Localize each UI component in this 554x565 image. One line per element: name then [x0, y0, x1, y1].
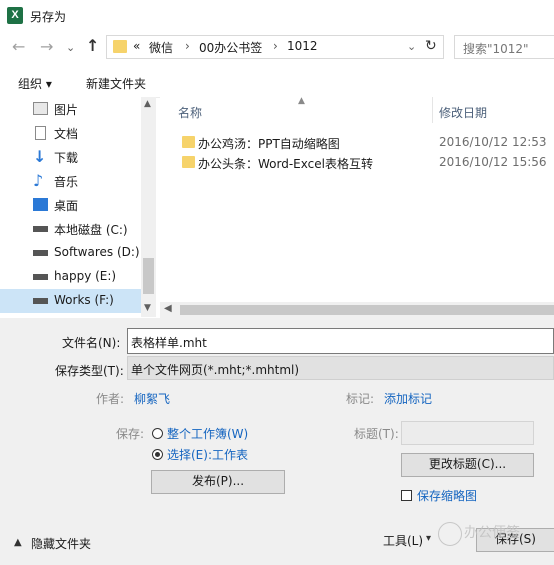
address-dropdown-icon[interactable]: ⌄ [407, 40, 416, 53]
music-icon: ♪ [33, 171, 44, 190]
address-bar[interactable]: « 微信 › 00办公书签 › 1012 ⌄ ↻ [106, 35, 444, 59]
drive-icon [33, 298, 48, 304]
pictures-icon [33, 102, 48, 115]
address-segment-bookmarks[interactable]: 00办公书签 [199, 39, 262, 56]
change-title-button[interactable]: 更改标题(C)... [401, 453, 534, 477]
column-header-modified[interactable]: 修改日期 [439, 104, 487, 121]
title-bar: X 另存为 [0, 0, 554, 32]
tree-item-pictures[interactable]: 图片 [0, 97, 141, 121]
publish-label: 发布(P)... [191, 474, 245, 488]
tree-item-label: 下载 [54, 151, 79, 165]
tree-item-documents[interactable]: 文档 [0, 121, 141, 145]
title-field[interactable] [401, 421, 534, 445]
tree-scroll-thumb[interactable] [143, 258, 154, 294]
tree-item-label: 音乐 [54, 175, 79, 189]
filename-field[interactable]: 表格样单.mht [127, 328, 554, 354]
folder-icon [113, 40, 127, 53]
tree-item-label: 本地磁盘 (C:) [54, 223, 128, 237]
search-placeholder: 搜索"1012" [463, 42, 529, 56]
drive-icon [33, 226, 48, 232]
address-segment-1012[interactable]: 1012 [287, 39, 318, 53]
tree-item-label: 桌面 [54, 199, 79, 213]
recent-dropdown-icon[interactable]: ⌄ [66, 38, 75, 58]
tree-item-label: Works (F:) [54, 293, 114, 307]
folder-icon [182, 156, 195, 168]
back-arrow-icon[interactable]: ← [12, 37, 25, 57]
file-modified: 2016/10/12 12:53 [439, 135, 547, 149]
tree-item-label: 图片 [54, 103, 79, 117]
tools-dropdown-icon[interactable]: ▾ [426, 533, 431, 544]
organize-menu[interactable]: 组织 ▾ [18, 75, 52, 92]
tree-item-downloads[interactable]: ↓ 下载 [0, 145, 141, 169]
drive-icon [33, 274, 48, 280]
horizontal-scroll-thumb[interactable] [180, 305, 554, 315]
radio-selection-label[interactable]: 选择(E):工作表 [167, 446, 248, 463]
watermark-logo-icon [438, 522, 462, 546]
tree-item-drive-c[interactable]: 本地磁盘 (C:) [0, 217, 141, 241]
list-item[interactable]: 办公鸡汤：PPT自动缩略图 2016/10/12 12:53 [176, 132, 554, 152]
hide-folders-toggle[interactable]: 隐藏文件夹 [31, 535, 91, 552]
radio-selection[interactable] [152, 449, 163, 460]
tree-item-label: 文档 [54, 127, 79, 141]
filetype-select[interactable]: 单个文件网页(*.mht;*.mhtml) [127, 356, 554, 380]
file-name: 办公鸡汤：PPT自动缩略图 [198, 137, 340, 151]
column-header-name[interactable]: 名称 [178, 104, 202, 121]
filetype-value: 单个文件网页(*.mht;*.mhtml) [131, 363, 300, 377]
documents-icon [35, 126, 46, 140]
publish-button[interactable]: 发布(P)... [151, 470, 285, 494]
tree-item-drive-e[interactable]: happy (E:) [0, 265, 141, 289]
radio-entire-workbook[interactable] [152, 428, 163, 439]
tree-item-desktop[interactable]: 桌面 [0, 193, 141, 217]
tree-item-drive-f[interactable]: Works (F:) [0, 289, 141, 313]
save-thumbnail-label[interactable]: 保存缩略图 [417, 487, 477, 504]
navigation-tree: 图片 文档 ↓ 下载 ♪ 音乐 桌面 本地磁盘 (C:) Softwares (… [0, 97, 141, 317]
window-title: 另存为 [30, 10, 67, 24]
watermark-text: 办公便签 [464, 525, 520, 541]
tools-menu[interactable]: 工具(L) [383, 532, 423, 549]
file-name: 办公头条：Word-Excel表格互转 [198, 157, 373, 171]
column-divider[interactable] [432, 97, 433, 123]
radio-entire-workbook-label[interactable]: 整个工作簿(W) [167, 425, 248, 442]
up-arrow-icon[interactable]: ↑ [86, 36, 99, 56]
scroll-down-icon[interactable]: ▼ [144, 303, 151, 313]
new-folder-button[interactable]: 新建文件夹 [86, 75, 146, 92]
refresh-icon[interactable]: ↻ [425, 38, 437, 54]
author-value[interactable]: 柳絮飞 [134, 390, 170, 407]
add-tags-link[interactable]: 添加标记 [384, 390, 432, 407]
sort-caret-icon: ▲ [298, 96, 305, 106]
tree-item-label: Softwares (D:) [54, 245, 140, 259]
filename-label: 文件名(N): [62, 336, 121, 350]
excel-icon: X [7, 7, 23, 24]
address-separator[interactable]: › [273, 39, 278, 53]
desktop-icon [33, 198, 48, 211]
scroll-left-icon[interactable]: ◀ [164, 303, 172, 314]
search-box[interactable]: 搜索"1012" [454, 35, 554, 59]
tags-label: 标记: [346, 392, 375, 406]
file-modified: 2016/10/12 15:56 [439, 155, 547, 169]
save-scope-label: 保存: [116, 427, 145, 441]
address-segment-weixin[interactable]: 微信 [149, 39, 173, 56]
collapse-caret-icon[interactable]: ▲ [14, 537, 22, 548]
list-item[interactable]: 办公头条：Word-Excel表格互转 2016/10/12 15:56 [176, 152, 554, 172]
author-label: 作者: [96, 392, 125, 406]
scroll-up-icon[interactable]: ▲ [144, 99, 151, 109]
change-title-label: 更改标题(C)... [428, 457, 507, 471]
title-label: 标题(T): [354, 427, 399, 441]
folder-icon [182, 136, 195, 148]
forward-arrow-icon[interactable]: → [40, 37, 53, 57]
address-separator[interactable]: › [185, 39, 190, 53]
download-icon: ↓ [33, 147, 47, 166]
tree-item-music[interactable]: ♪ 音乐 [0, 169, 141, 193]
save-thumbnail-checkbox[interactable] [401, 490, 412, 501]
address-overflow[interactable]: « [133, 39, 140, 53]
file-list [160, 97, 554, 302]
tree-item-drive-d[interactable]: Softwares (D:) [0, 241, 141, 265]
toolbar: 组织 ▾ 新建文件夹 [0, 67, 554, 98]
tree-item-label: happy (E:) [54, 269, 117, 283]
filename-value: 表格样单.mht [131, 336, 207, 350]
filetype-label: 保存类型(T): [55, 364, 124, 378]
drive-icon [33, 250, 48, 256]
